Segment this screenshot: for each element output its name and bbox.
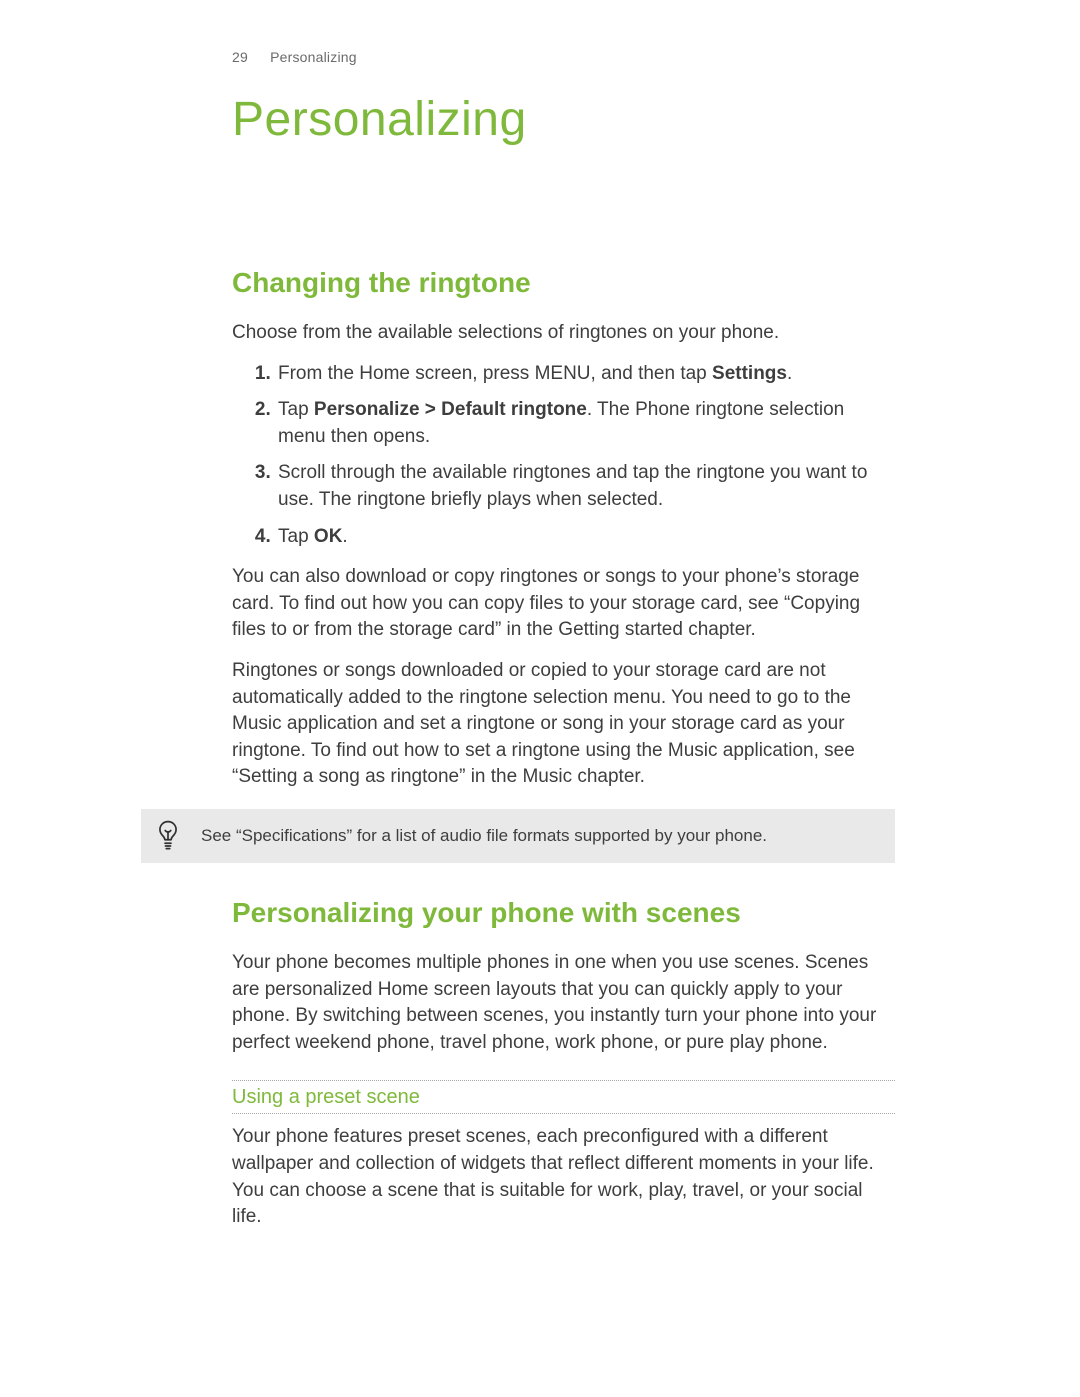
step-1: From the Home screen, press MENU, and th…: [276, 361, 895, 388]
tip-callout: See “Specifications” for a list of audio…: [141, 809, 895, 863]
lightbulb-icon: [155, 819, 189, 853]
section-title-ringtone: Changing the ringtone: [232, 263, 895, 302]
running-header-section: Personalizing: [270, 49, 357, 65]
step-2-bold: Personalize > Default ringtone: [314, 399, 587, 420]
section1-intro: Choose from the available selections of …: [232, 320, 895, 347]
section-title-scenes: Personalizing your phone with scenes: [232, 893, 895, 932]
step-3-text: Scroll through the available ringtones a…: [278, 462, 867, 510]
chapter-title: Personalizing: [232, 86, 895, 153]
tip-text: See “Specifications” for a list of audio…: [201, 824, 767, 848]
section1-para3: Ringtones or songs downloaded or copied …: [232, 658, 895, 791]
section2-intro: Your phone becomes multiple phones in on…: [232, 950, 895, 1056]
step-1-bold: Settings: [712, 363, 787, 384]
subsection-title: Using a preset scene: [232, 1083, 895, 1111]
step-1-text-post: .: [787, 363, 792, 384]
subsection-body: Your phone features preset scenes, each …: [232, 1124, 895, 1230]
page-number: 29: [232, 49, 248, 65]
document-page: 29 Personalizing Personalizing Changing …: [0, 0, 1080, 1397]
ringtone-steps-list: From the Home screen, press MENU, and th…: [232, 361, 895, 551]
step-1-text-pre: From the Home screen, press MENU, and th…: [278, 363, 712, 384]
step-4-text-post: .: [342, 526, 347, 547]
subsection-rule-top: [232, 1080, 895, 1081]
section1-para2: You can also download or copy ringtones …: [232, 564, 895, 644]
step-2-text-pre: Tap: [278, 399, 314, 420]
step-2: Tap Personalize > Default ringtone. The …: [276, 397, 895, 450]
step-3: Scroll through the available ringtones a…: [276, 460, 895, 513]
subsection-preset-scene: Using a preset scene: [232, 1080, 895, 1114]
step-4: Tap OK.: [276, 524, 895, 551]
subsection-rule-bottom: [232, 1113, 895, 1114]
step-4-text-pre: Tap: [278, 526, 314, 547]
step-4-bold: OK: [314, 526, 343, 547]
running-header: 29 Personalizing: [232, 48, 895, 68]
